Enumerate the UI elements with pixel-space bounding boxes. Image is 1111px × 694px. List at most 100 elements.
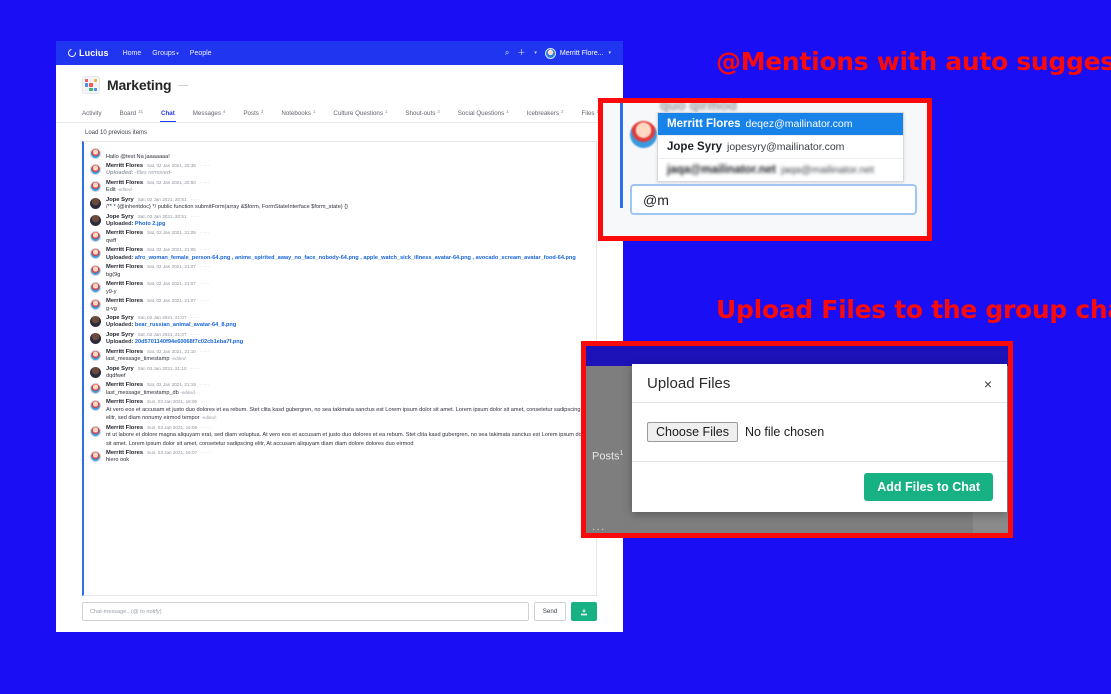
message-author: Merritt Flores — [106, 348, 144, 355]
choose-files-button[interactable]: Choose Files — [647, 422, 738, 442]
avatar — [90, 299, 101, 311]
message-header: Merritt Flores Sat, 02 Jan 2021, 21:05 ···… — [106, 230, 588, 236]
tab-icebreakers[interactable]: Icebreakers 2 — [518, 109, 573, 122]
mention-suggestion-item-merritt-flores[interactable]: Merritt Flores deqez@mailinator.com — [658, 113, 903, 136]
avatar — [90, 248, 101, 260]
brand-logo-lucius[interactable]: Lucius — [66, 47, 109, 59]
message-menu-icon[interactable]: ···· — [200, 180, 210, 186]
message-timestamp: Sat, 02 Jan 2021, 21:05 — [147, 247, 196, 253]
avatar — [90, 450, 101, 462]
tab-shout-outs[interactable]: Shout-outs 3 — [396, 109, 448, 122]
message-file-link[interactable]: 20d5701140f94e60068f7c02cb1eba7f.png — [135, 339, 243, 345]
mention-name: jaqa@mailinator.net — [667, 164, 776, 176]
mention-suggestion-item-jope-syry[interactable]: Jope Syry jopesyry@mailinator.com — [658, 136, 903, 159]
modal-header: Upload Files × — [632, 364, 1007, 403]
file-picker-row: Choose Files No file chosen — [647, 422, 992, 442]
upload-files-modal: Upload Files × Choose Files No file chos… — [632, 364, 1007, 512]
tab-posts[interactable]: Posts 3 — [234, 109, 272, 122]
tab-board[interactable]: Board 31 — [111, 109, 152, 122]
message-author: Merritt Flores — [106, 281, 144, 288]
tab-messages[interactable]: Messages 4 — [184, 109, 235, 122]
message-list[interactable]: Hallo @test Na jaaaaaaa! Merritt Flores Sa… — [82, 141, 597, 596]
group-header: Marketing — — [56, 65, 623, 94]
avatar — [90, 425, 101, 437]
mention-chat-input[interactable]: @m — [630, 184, 917, 215]
chat-message: Jope Syry Sat, 02 Jan 2021, 20:51 ····/** … — [84, 196, 596, 213]
message-timestamp: Sat, 02 Jan 2021, 21:10 — [137, 365, 187, 371]
load-previous-link[interactable]: Load 10 previous items — [82, 130, 597, 136]
message-text: dqdfwef — [106, 372, 588, 380]
avatar — [90, 366, 101, 378]
plus-icon[interactable]: ＋ — [517, 49, 525, 57]
message-header: Merritt Flores Sun, 03 Jan 2021, 16:06 ···… — [106, 399, 588, 405]
message-file-link[interactable]: bear_russian_animal_avatar-64_8.png — [135, 322, 236, 328]
chat-message: Jope Syry Sat, 02 Jan 2021, 21:07 ···· Uplo… — [84, 314, 596, 331]
chat-message: Merritt Flores Sun, 03 Jan 2021, 16:06 ···… — [84, 398, 596, 423]
add-files-to-chat-button[interactable]: Add Files to Chat — [864, 473, 993, 501]
nav-item-people[interactable]: People — [190, 50, 212, 57]
send-button[interactable]: Send — [534, 602, 566, 621]
message-timestamp: Sat, 02 Jan 2021, 21:07 — [137, 314, 187, 320]
message-file-link[interactable]: afro_woman_female_person-64.png , anime_… — [135, 255, 576, 261]
message-text: last_message_timestamp_db -edited- — [106, 389, 588, 397]
avatar — [90, 383, 101, 395]
message-file-link[interactable]: Photo 2.jpg — [135, 221, 165, 227]
message-menu-icon[interactable]: ···· — [200, 349, 210, 355]
message-menu-icon[interactable]: ···· — [191, 315, 201, 321]
message-menu-icon[interactable]: ···· — [200, 281, 210, 287]
chat-message: Jope Syry Sat, 02 Jan 2021, 20:51 ···· Uplo… — [84, 213, 596, 230]
message-menu-icon[interactable]: ···· — [200, 163, 210, 169]
mentions-autosuggest-callout: quo qirmod ··· Merritt Flores deqez@mail… — [598, 98, 932, 241]
tab-notebooks[interactable]: Notebooks 1 — [272, 109, 324, 122]
search-icon[interactable]: ⌕ — [505, 49, 509, 57]
message-menu-icon[interactable]: ···· — [200, 382, 210, 388]
chat-message: Merritt Flores Sat, 02 Jan 2021, 21:07 ···… — [84, 280, 596, 297]
message-menu-icon[interactable]: ···· — [201, 399, 211, 405]
message-header: Merritt Flores Sat, 02 Jan 2021, 20:50 ···… — [106, 180, 588, 186]
message-menu-icon[interactable]: ···· — [200, 247, 210, 253]
message-menu-icon[interactable]: ···· — [200, 264, 210, 270]
message-body: Jope Syry Sat, 02 Jan 2021, 21:10 ···· dqdf… — [106, 366, 588, 381]
message-body: Jope Syry Sat, 02 Jan 2021, 20:51 ····/** … — [106, 197, 588, 212]
tab-social-questions[interactable]: Social Questions 1 — [449, 109, 518, 122]
message-body: Merritt Flores Sun, 03 Jan 2021, 16:06 ···… — [106, 399, 588, 422]
message-header: Merritt Flores Sat, 02 Jan 2021, 21:07 ···… — [106, 298, 588, 304]
message-menu-icon[interactable]: ···· — [201, 425, 211, 431]
message-body: Merritt Flores Sat, 02 Jan 2021, 20:38 ···… — [106, 163, 588, 178]
mention-suggestion-item-jaqa[interactable]: jaqa@mailinator.net jaqa@mailinator.net — [658, 159, 903, 181]
mention-suggestion-list[interactable]: Merritt Flores deqez@mailinator.com Jope… — [657, 112, 904, 182]
background-dots: ... — [592, 521, 606, 533]
mention-name: Jope Syry — [667, 141, 722, 153]
tab-culture-questions[interactable]: Culture Questions 1 — [324, 109, 396, 122]
message-menu-icon[interactable]: ···· — [191, 366, 201, 372]
tab-activity[interactable]: Activity — [82, 110, 111, 122]
user-menu[interactable]: Merritt Flore... ▾ — [544, 47, 611, 59]
brand-name: Lucius — [79, 48, 109, 58]
upload-files-button[interactable] — [571, 602, 597, 621]
group-menu-icon[interactable]: — — [178, 80, 189, 91]
message-author: Merritt Flores — [106, 247, 144, 254]
nav-item-home[interactable]: Home — [123, 50, 142, 57]
chevron-down-icon-create[interactable]: ▾ — [534, 50, 537, 56]
message-menu-icon[interactable]: ···· — [200, 230, 210, 236]
message-header: Merritt Flores Sat, 02 Jan 2021, 21:07 ···… — [106, 264, 588, 270]
chat-message-input[interactable]: Chat-message.. (@ to notify) — [82, 602, 529, 621]
message-text: At vero eos et accusam et justo duo dolo… — [106, 406, 588, 423]
message-content: -files removed- — [134, 170, 172, 177]
message-content: bg(9g — [106, 271, 121, 278]
message-header: Merritt Flores Sat, 02 Jan 2021, 21:05 ···… — [106, 247, 588, 253]
message-menu-icon[interactable]: ···· — [191, 332, 201, 338]
avatar — [90, 214, 101, 226]
nav-item-groups[interactable]: Groups▾ — [152, 50, 178, 57]
avatar — [90, 163, 101, 175]
avatar — [90, 180, 101, 192]
chat-message: Merritt Flores Sat, 02 Jan 2021, 21:05 ···… — [84, 229, 596, 246]
tab-chat[interactable]: Chat — [152, 110, 184, 122]
close-icon[interactable]: × — [984, 377, 992, 391]
message-menu-icon[interactable]: ···· — [191, 197, 201, 203]
message-menu-icon[interactable]: ···· — [191, 214, 201, 220]
no-file-chosen-label: No file chosen — [744, 425, 825, 439]
message-menu-icon[interactable]: ···· — [201, 450, 211, 456]
message-header: Merritt Flores Sat, 02 Jan 2021, 21:10 ···… — [106, 349, 588, 355]
message-menu-icon[interactable]: ···· — [200, 298, 210, 304]
